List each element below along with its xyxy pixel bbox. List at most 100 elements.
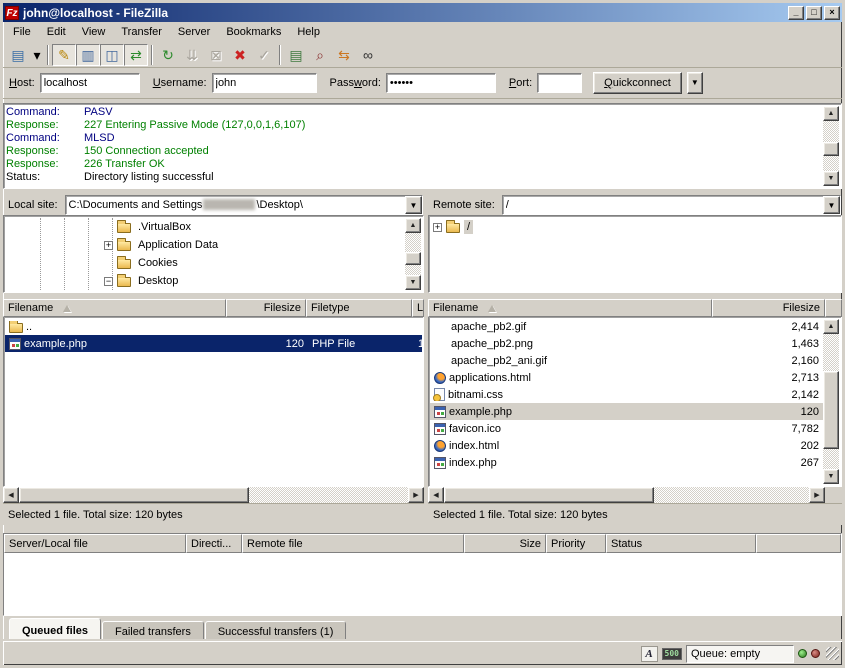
- quickconnect-button[interactable]: Quickconnect: [593, 72, 682, 94]
- queue-body[interactable]: [4, 553, 841, 615]
- column-header-l[interactable]: L: [412, 299, 424, 317]
- column-header-filename[interactable]: Filename: [3, 299, 226, 317]
- tree-item-label[interactable]: .VirtualBox: [135, 220, 194, 234]
- menu-transfer[interactable]: Transfer: [113, 24, 170, 40]
- tree-item-label[interactable]: /: [464, 220, 473, 234]
- menu-help[interactable]: Help: [289, 24, 328, 40]
- file-row[interactable]: favicon.ico7,782: [430, 420, 823, 437]
- tab-failed-transfers[interactable]: Failed transfers: [102, 621, 204, 641]
- scrollbar-thumb[interactable]: [19, 487, 249, 503]
- file-row[interactable]: apache_pb2_ani.gif2,160: [430, 352, 823, 369]
- scroll-down-icon[interactable]: ▼: [405, 275, 421, 290]
- site-manager-dropdown-button[interactable]: ▾: [30, 44, 44, 66]
- queue-column-remotefile[interactable]: Remote file: [242, 534, 464, 553]
- scroll-up-icon[interactable]: ▲: [405, 218, 421, 233]
- file-row[interactable]: apache_pb2.gif2,414: [430, 318, 823, 335]
- queue-column-size[interactable]: Size: [464, 534, 546, 553]
- queue-column-serverlocalfile[interactable]: Server/Local file: [4, 534, 186, 553]
- file-row[interactable]: ..: [5, 318, 422, 335]
- maximize-button[interactable]: □: [806, 6, 822, 20]
- remote-site-combo[interactable]: / ▼: [502, 195, 841, 215]
- tree-item[interactable]: + Application Data: [6, 236, 404, 254]
- minimize-button[interactable]: _: [788, 6, 804, 20]
- scroll-down-icon[interactable]: ▼: [823, 171, 839, 186]
- remote-hscrollbar[interactable]: ◀ ▶: [428, 487, 825, 503]
- queue-column-directi[interactable]: Directi...: [186, 534, 242, 553]
- tree-item-label[interactable]: Desktop: [135, 274, 181, 288]
- file-search-button[interactable]: ⌕: [308, 44, 332, 66]
- scroll-up-icon[interactable]: ▲: [823, 319, 839, 334]
- process-queue-button[interactable]: ⇊: [180, 44, 204, 66]
- scroll-right-icon[interactable]: ▶: [809, 487, 825, 503]
- scroll-right-icon[interactable]: ▶: [408, 487, 424, 503]
- scroll-up-icon[interactable]: ▲: [823, 106, 839, 121]
- cancel-operation-button[interactable]: ⊠: [204, 44, 228, 66]
- collapse-icon[interactable]: −: [104, 277, 113, 286]
- site-manager-button[interactable]: ▤: [6, 44, 30, 66]
- refresh-button[interactable]: ↻: [156, 44, 180, 66]
- disconnect-button[interactable]: ✖: [228, 44, 252, 66]
- toggle-message-log-button[interactable]: ✎: [52, 44, 76, 66]
- reconnect-button[interactable]: ✓: [252, 44, 276, 66]
- title-bar[interactable]: Fz john@localhost - FileZilla _ □ ×: [3, 3, 842, 22]
- tab-queued-files[interactable]: Queued files: [9, 618, 101, 641]
- file-row[interactable]: apache_pb2.png1,463: [430, 335, 823, 352]
- file-row[interactable]: applications.html2,713: [430, 369, 823, 386]
- tree-item-label[interactable]: Cookies: [135, 256, 181, 270]
- file-row[interactable]: example.php120: [430, 403, 823, 420]
- local-hscrollbar[interactable]: ◀ ▶: [3, 487, 424, 503]
- binoculars-button[interactable]: ∞: [356, 44, 380, 66]
- app-icon[interactable]: Fz: [5, 6, 19, 20]
- tab-successful-transfers-[interactable]: Successful transfers (1): [205, 621, 347, 641]
- file-row[interactable]: index.php267: [430, 454, 823, 471]
- tree-item-label[interactable]: Application Data: [135, 238, 221, 252]
- expand-icon[interactable]: +: [433, 223, 442, 232]
- menu-server[interactable]: Server: [170, 24, 218, 40]
- toggle-local-tree-button[interactable]: ▥: [76, 44, 100, 66]
- toggle-remote-tree-button[interactable]: ◫: [100, 44, 124, 66]
- scrollbar-thumb[interactable]: [823, 142, 839, 156]
- resize-grip-icon[interactable]: [826, 647, 839, 660]
- password-input[interactable]: [386, 73, 496, 93]
- tree-item[interactable]: − Desktop: [6, 272, 404, 290]
- host-input[interactable]: [40, 73, 140, 93]
- remote-list-scrollbar[interactable]: ▲ ▼: [823, 319, 839, 484]
- local-site-combo[interactable]: C:\Documents and Settings\Desktop\ ▼: [65, 195, 423, 215]
- tree-item[interactable]: +/: [431, 218, 839, 236]
- scroll-left-icon[interactable]: ◀: [428, 487, 444, 503]
- ascii-datatype-icon[interactable]: A: [641, 646, 658, 662]
- column-header-filetype[interactable]: Filetype: [306, 299, 412, 317]
- tree-item[interactable]: .VirtualBox: [6, 218, 404, 236]
- file-row[interactable]: index.html202: [430, 437, 823, 454]
- local-tree-scrollbar[interactable]: ▲ ▼: [405, 218, 421, 290]
- tree-item[interactable]: Cookies: [6, 254, 404, 272]
- scroll-left-icon[interactable]: ◀: [3, 487, 19, 503]
- chevron-down-icon[interactable]: ▼: [405, 196, 422, 214]
- log-scrollbar[interactable]: ▲ ▼: [823, 106, 839, 186]
- sync-browsing-button[interactable]: ⇆: [332, 44, 356, 66]
- scrollbar-thumb[interactable]: [444, 487, 654, 503]
- file-row[interactable]: example.php120PHP File1: [5, 335, 422, 352]
- expand-icon[interactable]: +: [104, 241, 113, 250]
- toggle-queue-button[interactable]: ⇄: [124, 44, 148, 66]
- chevron-down-icon[interactable]: ▼: [823, 196, 840, 214]
- column-header-filesize[interactable]: Filesize: [712, 299, 825, 317]
- file-row[interactable]: bitnami.css2,142: [430, 386, 823, 403]
- menu-edit[interactable]: Edit: [39, 24, 74, 40]
- scrollbar-thumb[interactable]: [405, 252, 421, 265]
- column-header-filesize[interactable]: Filesize: [226, 299, 306, 317]
- menu-view[interactable]: View: [74, 24, 114, 40]
- username-input[interactable]: [212, 73, 317, 93]
- menu-bookmarks[interactable]: Bookmarks: [218, 24, 289, 40]
- port-input[interactable]: [537, 73, 582, 93]
- queue-column-status[interactable]: Status: [606, 534, 756, 553]
- queue-column-priority[interactable]: Priority: [546, 534, 606, 553]
- close-button[interactable]: ×: [824, 6, 840, 20]
- speed-limit-icon[interactable]: 500: [662, 648, 682, 660]
- scroll-down-icon[interactable]: ▼: [823, 469, 839, 484]
- column-header-filename[interactable]: Filename: [428, 299, 712, 317]
- menu-file[interactable]: File: [5, 24, 39, 40]
- scrollbar-thumb[interactable]: [823, 371, 839, 449]
- quickconnect-dropdown-icon[interactable]: ▼: [687, 72, 703, 94]
- filter-button[interactable]: ▤: [284, 44, 308, 66]
